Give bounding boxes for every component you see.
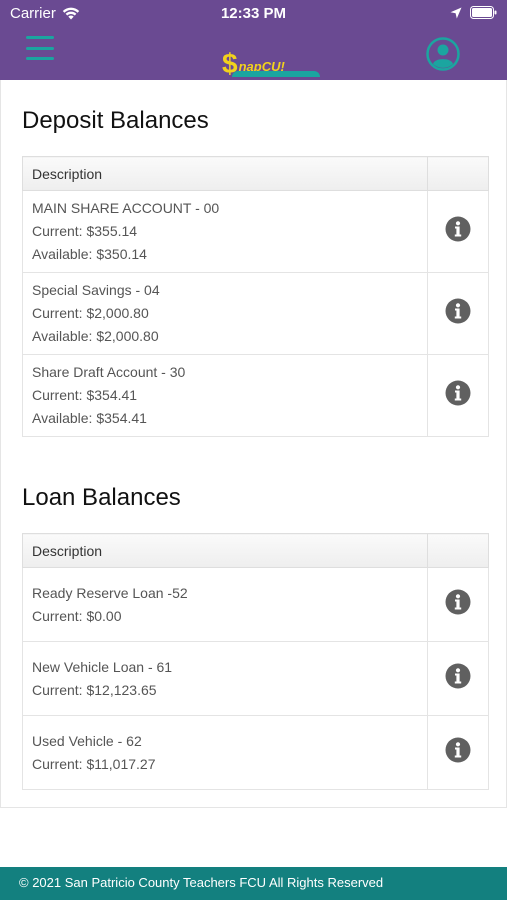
info-icon[interactable] xyxy=(445,737,471,763)
table-row: Special Savings - 04 Current: $2,000.80 … xyxy=(22,272,489,355)
account-description: Share Draft Account - 30 Current: $354.4… xyxy=(22,354,428,437)
info-cell xyxy=(427,567,489,642)
loan-balances-title: Loan Balances xyxy=(22,484,181,511)
table-header-row: Description xyxy=(22,156,489,191)
status-bar: Carrier 12:33 PM xyxy=(0,0,507,30)
deposit-balances-title: Deposit Balances xyxy=(22,107,209,134)
account-name: Share Draft Account - 30 xyxy=(32,364,186,380)
main-content: Deposit Balances Description MAIN SHARE … xyxy=(0,80,507,808)
table-row: MAIN SHARE ACCOUNT - 00 Current: $355.14… xyxy=(22,190,489,273)
loan-name: Used Vehicle - 62 xyxy=(32,732,142,749)
hamburger-menu-icon[interactable] xyxy=(26,36,54,60)
current-balance: Current: $355.14 xyxy=(32,223,138,239)
info-cell xyxy=(427,354,489,437)
current-balance: Current: $0.00 xyxy=(32,607,122,624)
current-balance: Current: $2,000.80 xyxy=(32,305,149,321)
loan-description: New Vehicle Loan - 61 Current: $12,123.6… xyxy=(22,641,428,716)
footer: © 2021 San Patricio County Teachers FCU … xyxy=(0,867,507,900)
loan-description: Ready Reserve Loan -52 Current: $0.00 xyxy=(22,567,428,642)
current-balance: Current: $354.41 xyxy=(32,387,138,403)
battery-icon xyxy=(470,6,497,19)
nav-bar: $ napCU! xyxy=(0,30,507,80)
account-description: MAIN SHARE ACCOUNT - 00 Current: $355.14… xyxy=(22,190,428,273)
account-name: MAIN SHARE ACCOUNT - 00 xyxy=(32,200,220,216)
description-header: Description xyxy=(22,156,428,191)
current-balance: Current: $12,123.65 xyxy=(32,681,157,698)
account-name: Special Savings - 04 xyxy=(32,282,160,298)
deposit-balances-table: Description MAIN SHARE ACCOUNT - 00 Curr… xyxy=(22,156,489,437)
status-right xyxy=(450,6,497,19)
info-icon[interactable] xyxy=(445,663,471,689)
info-icon[interactable] xyxy=(445,380,471,406)
info-icon[interactable] xyxy=(445,589,471,615)
info-cell xyxy=(427,715,489,790)
info-cell xyxy=(427,190,489,273)
available-balance: Available: $350.14 xyxy=(32,246,147,262)
clock: 12:33 PM xyxy=(220,5,287,22)
location-arrow-icon xyxy=(450,7,462,18)
current-balance: Current: $11,017.27 xyxy=(32,755,156,772)
info-header xyxy=(427,533,489,568)
table-header-row: Description xyxy=(22,533,489,568)
loan-name: Ready Reserve Loan -52 xyxy=(32,584,188,601)
user-account-icon[interactable] xyxy=(426,37,460,71)
table-row: Share Draft Account - 30 Current: $354.4… xyxy=(22,354,489,437)
account-description: Special Savings - 04 Current: $2,000.80 … xyxy=(22,272,428,355)
info-header xyxy=(427,156,489,191)
loan-description: Used Vehicle - 62 Current: $11,017.27 xyxy=(22,715,428,790)
info-icon[interactable] xyxy=(445,298,471,324)
logo-swoosh xyxy=(232,71,320,77)
top-bar: Carrier 12:33 PM $ napCU! xyxy=(0,0,507,80)
info-cell xyxy=(427,272,489,355)
loan-name: New Vehicle Loan - 61 xyxy=(32,658,173,675)
loan-balances-table: Description Ready Reserve Loan -52 Curre… xyxy=(22,533,489,790)
available-balance: Available: $2,000.80 xyxy=(32,328,159,344)
table-row: Ready Reserve Loan -52 Current: $0.00 xyxy=(22,567,489,642)
info-cell xyxy=(427,641,489,716)
table-row: New Vehicle Loan - 61 Current: $12,123.6… xyxy=(22,641,489,716)
description-header: Description xyxy=(22,533,428,568)
info-icon[interactable] xyxy=(445,216,471,242)
available-balance: Available: $354.41 xyxy=(32,410,147,426)
table-row: Used Vehicle - 62 Current: $11,017.27 xyxy=(22,715,489,790)
